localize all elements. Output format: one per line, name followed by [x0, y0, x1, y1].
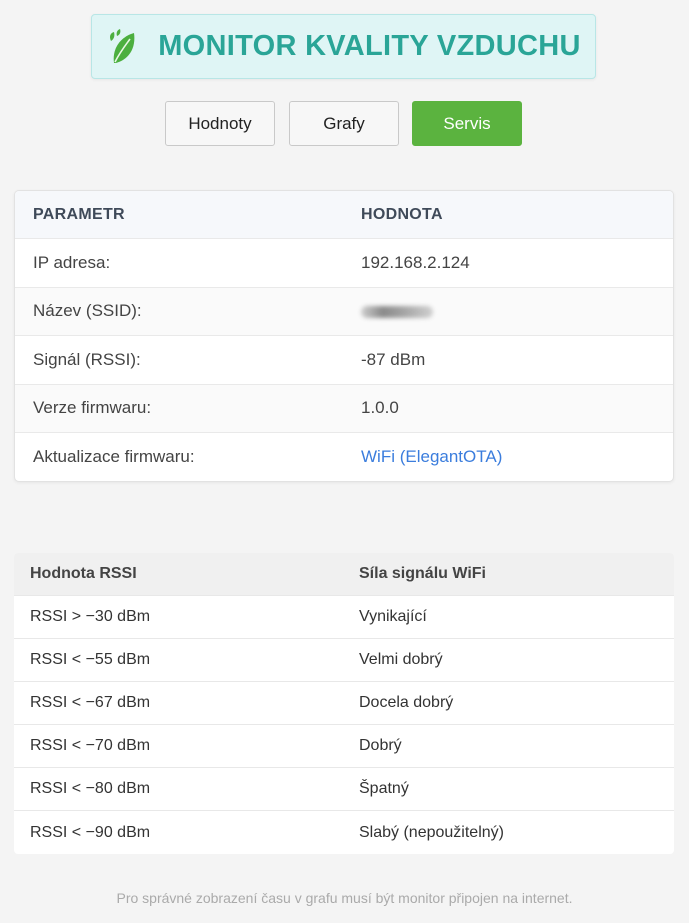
param-label: Signál (RSSI):: [33, 349, 141, 369]
app-header: MONITOR KVALITY VZDUCHU: [91, 14, 596, 79]
firmware-update-link[interactable]: WiFi (ElegantOTA): [361, 447, 502, 466]
signal-quality: Vynikající: [359, 608, 427, 625]
table-row: RSSI < −80 dBm Špatný: [14, 768, 674, 811]
footer-note: Pro správné zobrazení času v grafu musí …: [116, 890, 573, 906]
redacted-ssid: [361, 305, 433, 318]
signal-quality: Docela dobrý: [359, 694, 454, 711]
rssi-threshold: RSSI < −80 dBm: [30, 780, 151, 797]
table-row: Název (SSID):: [15, 287, 673, 337]
table-row: Signál (RSSI): -87 dBm: [15, 336, 673, 385]
table-row: RSSI > −30 dBm Vynikající: [14, 596, 674, 639]
table-row: Aktualizace firmwaru: WiFi (ElegantOTA): [15, 433, 673, 481]
ip-address-value: 192.168.2.124: [361, 253, 470, 273]
table-header-row: Hodnota RSSI Síla signálu WiFi: [14, 553, 674, 596]
table-row: Verze firmwaru: 1.0.0: [15, 384, 673, 433]
column-header-value: HODNOTA: [361, 205, 443, 223]
firmware-update-cell: WiFi (ElegantOTA): [361, 447, 673, 467]
table-row: RSSI < −70 dBm Dobrý: [14, 725, 674, 768]
charts-button[interactable]: Grafy: [289, 101, 399, 146]
main-nav: Hodnoty Grafy Servis: [0, 101, 689, 146]
signal-quality: Dobrý: [359, 737, 402, 754]
column-header-quality: Síla signálu WiFi: [359, 565, 486, 582]
device-info-table: PARAMETR HODNOTA IP adresa: 192.168.2.12…: [14, 190, 674, 482]
rssi-reference-table: Hodnota RSSI Síla signálu WiFi RSSI > −3…: [14, 553, 674, 854]
rssi-threshold: RSSI > −30 dBm: [30, 608, 151, 625]
rssi-threshold: RSSI < −90 dBm: [30, 823, 151, 841]
param-label: Verze firmwaru:: [33, 398, 152, 418]
table-row: IP adresa: 192.168.2.124: [15, 239, 673, 288]
rssi-value: -87 dBm: [361, 349, 426, 369]
table-row: RSSI < −90 dBm Slabý (nepoužitelný): [14, 811, 674, 854]
column-header-parameter: PARAMETR: [33, 205, 125, 223]
signal-quality: Špatný: [359, 780, 409, 797]
column-header-rssi: Hodnota RSSI: [30, 565, 137, 582]
param-label: Aktualizace firmwaru:: [33, 447, 195, 467]
table-header-row: PARAMETR HODNOTA: [15, 191, 673, 240]
table-row: RSSI < −67 dBm Docela dobrý: [14, 682, 674, 725]
firmware-version-value: 1.0.0: [361, 398, 399, 418]
service-button[interactable]: Servis: [412, 101, 522, 146]
signal-quality: Velmi dobrý: [359, 651, 443, 668]
param-label: IP adresa:: [33, 253, 111, 273]
rssi-threshold: RSSI < −70 dBm: [30, 737, 151, 754]
page-title: MONITOR KVALITY VZDUCHU: [158, 30, 581, 62]
leaf-icon: [106, 27, 140, 67]
rssi-threshold: RSSI < −67 dBm: [30, 694, 151, 711]
ssid-value: [361, 301, 673, 321]
table-row: RSSI < −55 dBm Velmi dobrý: [14, 639, 674, 682]
signal-quality: Slabý (nepoužitelný): [359, 823, 504, 841]
rssi-threshold: RSSI < −55 dBm: [30, 651, 151, 668]
values-button[interactable]: Hodnoty: [165, 101, 275, 146]
param-label: Název (SSID):: [33, 301, 142, 321]
